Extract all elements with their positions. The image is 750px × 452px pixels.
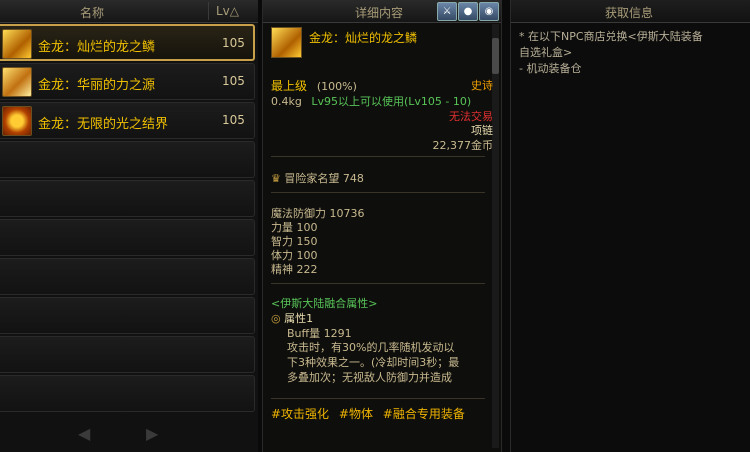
list-item[interactable]: 金龙：灿烂的龙之鳞 105	[0, 24, 255, 61]
level-requirement: Lv95以上可以使用(Lv105 - 10)	[311, 95, 472, 108]
stat-line: 精神 222	[271, 263, 318, 276]
empty-row	[0, 141, 255, 178]
item-level: 105	[222, 36, 245, 50]
detail-title: 详细内容	[355, 6, 404, 20]
item-list-panel: 名称 Lv△ 金龙：灿烂的龙之鳞 105 金龙：华丽的力之源 105 金龙：无限…	[0, 0, 258, 452]
item-name: 金龙：灿烂的龙之鳞	[38, 40, 156, 55]
empty-row	[0, 336, 255, 373]
dragon-scale-icon	[271, 27, 302, 58]
column-level-sort-header[interactable]: Lv△	[216, 4, 239, 18]
item-name: 金龙：无限的光之结界	[38, 117, 169, 132]
source-header: 获取信息	[511, 0, 750, 23]
list-header: 名称 Lv△	[0, 0, 258, 23]
source-line: * 在以下NPC商店兑换<伊斯大陆装备	[519, 30, 703, 43]
header-separator	[208, 2, 209, 20]
attribute-line: ◎ 属性1	[271, 310, 493, 326]
power-source-icon	[2, 67, 32, 97]
item-rows: 金龙：灿烂的龙之鳞 105 金龙：华丽的力之源 105 金龙：无限的光之结界 1…	[0, 24, 255, 414]
tag-list: #攻击强化 #物体 #融合专用装备	[271, 405, 493, 422]
source-line: - 机动装备仓	[519, 62, 582, 75]
fame-value: 748	[342, 172, 364, 185]
empty-row	[0, 297, 255, 334]
source-title: 获取信息	[605, 6, 654, 20]
next-page-button[interactable]: ▶	[146, 424, 158, 443]
description-line: 攻击时，有30%的几率随机发动以	[287, 341, 455, 354]
swirl-icon: ◎	[271, 312, 281, 325]
divider	[271, 283, 485, 284]
fame-label: 冒险家名望	[284, 172, 340, 185]
prev-page-button[interactable]: ◀	[78, 424, 90, 443]
item-level: 105	[222, 113, 245, 127]
dragon-scale-icon	[2, 29, 32, 59]
requirement-line: 0.4kg Lv95以上可以使用(Lv105 - 10)	[271, 93, 493, 109]
eye-icon[interactable]: ◉	[479, 2, 499, 21]
detail-header: 详细内容 ⚔ ● ◉	[263, 0, 501, 23]
tag-link[interactable]: #攻击强化	[271, 407, 329, 421]
divider	[271, 192, 485, 193]
empty-row	[0, 375, 255, 412]
detail-panel: 详细内容 ⚔ ● ◉ 金龙：灿烂的龙之鳞 最上级 (100%) 史诗 0.4kg…	[262, 0, 502, 452]
divider	[271, 398, 485, 399]
item-type: 项链	[471, 124, 493, 137]
item-level: 105	[222, 74, 245, 88]
empty-row	[0, 258, 255, 295]
description-line: 多叠加次；无视敌人防御力并造成	[287, 371, 452, 384]
scroll-thumb[interactable]	[492, 38, 499, 74]
item-price: 22,377金币	[432, 139, 494, 152]
column-name-header[interactable]: 名称	[80, 4, 104, 21]
light-barrier-icon	[2, 106, 32, 136]
tag-link[interactable]: #物体	[339, 407, 373, 421]
rarity: 史诗	[471, 79, 493, 92]
crown-icon: ♛	[271, 172, 281, 185]
fusion-title: <伊斯大陆融合属性>	[271, 297, 378, 310]
list-item[interactable]: 金龙：无限的光之结界 105	[0, 102, 255, 139]
fame-line: ♛ 冒险家名望 748	[271, 170, 493, 186]
source-panel: 获取信息 * 在以下NPC商店兑换<伊斯大陆装备 自选礼盒> - 机动装备仓	[510, 0, 750, 452]
attribute-label: 属性1	[284, 312, 314, 325]
tag-link[interactable]: #融合专用装备	[383, 407, 465, 421]
divider	[271, 156, 485, 157]
weight: 0.4kg	[271, 95, 302, 108]
empty-row	[0, 219, 255, 256]
list-item[interactable]: 金龙：华丽的力之源 105	[0, 63, 255, 100]
item-name: 金龙：华丽的力之源	[38, 78, 156, 93]
pager: ◀ ▶	[70, 424, 170, 444]
description-line: 下3种效果之一。(冷却时间3秒；最	[287, 356, 460, 369]
compare-icon[interactable]: ⚔	[437, 2, 457, 21]
source-line: 自选礼盒>	[519, 46, 573, 59]
empty-row	[0, 180, 255, 217]
location-pin-icon[interactable]: ●	[458, 2, 478, 21]
